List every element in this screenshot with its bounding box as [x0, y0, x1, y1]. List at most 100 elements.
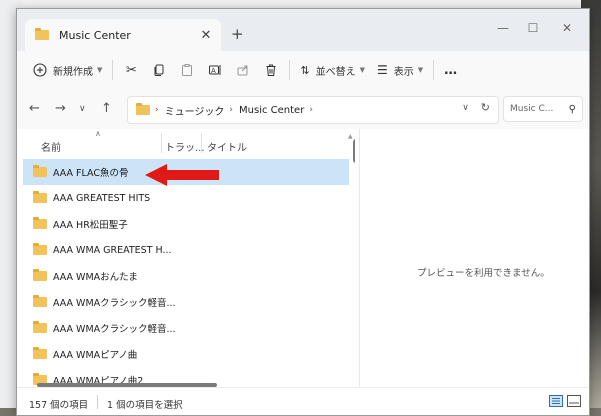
file-name: AAA WMAクラシック軽音... — [53, 298, 176, 309]
address-bar[interactable]: › ミュージック › Music Center › ∨ ↻ — [127, 96, 499, 124]
file-name: AAA WMAピアノ曲 — [53, 350, 138, 361]
list-item[interactable]: AAA WMAピアノ曲 — [23, 341, 349, 367]
file-explorer-window: Music Center ✕ + — ☐ ✕ 新規作成 ▼ ✂ A ⇅ 並べ替え… — [16, 8, 590, 416]
paste-button[interactable] — [173, 57, 201, 83]
column-title[interactable]: タイトル — [207, 139, 247, 154]
details-view-button[interactable] — [549, 395, 563, 407]
column-name[interactable]: 名前 — [41, 139, 61, 154]
list-item[interactable]: AAA WMA GREATEST H... — [23, 237, 349, 263]
list-item[interactable]: AAA WMAクラシック軽音... — [23, 315, 349, 341]
tiles-view-icon — [569, 402, 579, 404]
more-options-button[interactable]: … — [438, 57, 463, 83]
folder-icon — [33, 347, 47, 359]
forward-arrow-icon[interactable]: → — [55, 101, 66, 116]
column-track[interactable]: トラッ... — [165, 139, 205, 154]
sort-button[interactable]: ⇅ 並べ替え ▼ — [294, 57, 371, 83]
tab-title: Music Center — [59, 28, 131, 42]
delete-icon — [266, 64, 276, 76]
tab-music-center[interactable]: Music Center ✕ — [25, 19, 221, 51]
content-area: 名前 ∧ トラッ... タイトル ▲ AAA FLAC魚の骨 AAA GREAT… — [17, 129, 589, 387]
folder-icon — [33, 191, 47, 203]
cut-button[interactable]: ✂ — [117, 57, 145, 83]
search-box[interactable]: Music C... ⚲ — [503, 96, 583, 122]
file-name: AAA WMAおんたま — [53, 272, 138, 283]
refresh-icon[interactable]: ↻ — [481, 101, 490, 114]
minimize-button[interactable]: — — [493, 21, 513, 35]
up-arrow-icon[interactable]: ↑ — [101, 101, 112, 116]
selection-count: 1 個の項目を選択 — [107, 400, 183, 411]
breadcrumb-separator-icon: › — [229, 105, 234, 115]
list-item[interactable]: AAA WMAおんたま — [23, 263, 349, 289]
breadcrumb-music-center[interactable]: Music Center — [239, 105, 304, 116]
scroll-up-icon[interactable]: ▲ — [348, 133, 353, 140]
new-tab-button[interactable]: + — [231, 25, 244, 43]
folder-icon — [33, 295, 47, 307]
cut-icon: ✂ — [125, 62, 137, 78]
item-count: 157 個の項目 — [29, 400, 89, 411]
chevron-down-icon: ▼ — [417, 66, 424, 74]
command-bar: 新規作成 ▼ ✂ A ⇅ 並べ替え ▼ ☰ 表示 ▼ … — [17, 51, 589, 90]
file-name: AAA GREATEST HITS — [53, 192, 151, 204]
share-button[interactable] — [229, 57, 257, 83]
breadcrumb-separator-icon: › — [309, 105, 313, 115]
plus-circle-icon — [33, 63, 47, 77]
view-button-label: 表示 — [393, 66, 414, 78]
folder-icon — [33, 243, 47, 255]
list-item[interactable]: AAA WMAクラシック軽音... — [23, 289, 349, 315]
list-item[interactable]: AAA HR松田聖子 — [23, 211, 349, 237]
chevron-down-icon: ▼ — [97, 66, 103, 74]
folder-icon — [33, 217, 47, 229]
desktop-background-top — [0, 0, 601, 8]
breadcrumb-music[interactable]: ミュージック — [165, 103, 225, 118]
view-button[interactable]: ☰ 表示 ▼ — [371, 57, 429, 83]
file-name: AAA WMA GREATEST H... — [53, 244, 172, 256]
copy-button[interactable] — [145, 57, 173, 83]
column-divider[interactable] — [201, 133, 202, 153]
address-dropdown-icon[interactable]: ∨ — [462, 103, 469, 114]
pane-divider[interactable] — [359, 129, 360, 387]
chevron-down-icon: ▼ — [359, 66, 365, 74]
search-input[interactable]: Music C... — [510, 104, 553, 114]
folder-icon — [33, 165, 47, 177]
toolbar-separator — [112, 60, 114, 80]
view-icon: ☰ — [377, 63, 388, 77]
file-name: AAA HR松田聖子 — [53, 220, 128, 231]
folder-icon — [33, 321, 47, 333]
maximize-button[interactable]: ☐ — [523, 21, 543, 35]
share-icon — [237, 65, 248, 76]
new-button[interactable]: 新規作成 ▼ — [27, 57, 108, 83]
status-separator — [97, 395, 98, 409]
search-icon: ⚲ — [568, 103, 576, 115]
sort-button-label: 並べ替え — [315, 66, 356, 78]
column-header: 名前 ∧ トラッ... タイトル — [23, 129, 355, 157]
new-button-label: 新規作成 — [53, 66, 93, 78]
file-name: AAA WMAクラシック軽音... — [53, 324, 176, 335]
paste-icon — [182, 64, 193, 76]
status-bar: 157 個の項目 1 個の項目を選択 — [17, 387, 589, 415]
title-bar: Music Center ✕ + — ☐ ✕ — [17, 9, 589, 51]
sort-icon: ⇅ — [300, 63, 310, 77]
close-button[interactable]: ✕ — [557, 21, 577, 35]
back-arrow-icon[interactable]: ← — [29, 101, 40, 116]
copy-icon — [154, 64, 164, 76]
red-arrow-annotation — [145, 164, 219, 186]
breadcrumb-separator-icon: › — [155, 105, 159, 115]
details-view-icon — [552, 398, 560, 404]
vertical-scrollbar[interactable] — [353, 139, 355, 163]
rename-button[interactable]: A — [201, 57, 229, 83]
file-name: AAA FLAC魚の骨 — [53, 168, 129, 179]
list-item[interactable]: AAA GREATEST HITS — [23, 185, 349, 211]
svg-text:A: A — [211, 67, 216, 75]
column-divider[interactable] — [161, 133, 162, 153]
tab-close-button[interactable]: ✕ — [197, 28, 215, 43]
address-tools: ∨ ↻ — [462, 101, 490, 114]
folder-icon — [35, 28, 49, 40]
folder-icon — [136, 103, 150, 115]
tiles-view-button[interactable] — [567, 395, 581, 407]
delete-button[interactable] — [257, 57, 285, 83]
rename-icon: A — [209, 65, 221, 75]
toolbar-separator — [289, 60, 291, 80]
recent-chevron-icon[interactable]: ∨ — [79, 104, 86, 114]
toolbar-separator — [433, 60, 435, 80]
more-icon: … — [444, 62, 458, 78]
